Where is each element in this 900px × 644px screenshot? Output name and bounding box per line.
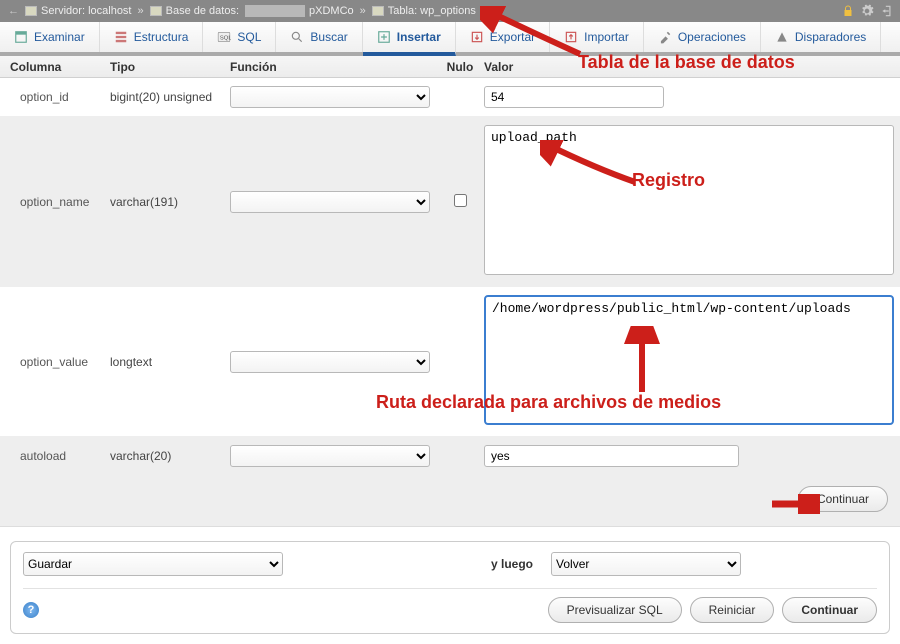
hdr-column: Columna (0, 60, 110, 74)
continue-button[interactable]: Continuar (798, 486, 888, 512)
hdr-value: Valor (480, 60, 900, 74)
field-name: autoload (0, 449, 110, 463)
function-select[interactable] (230, 86, 430, 108)
insert-icon (377, 30, 391, 44)
tab-sql[interactable]: SQL SQL (203, 22, 276, 52)
field-type: bigint(20) unsigned (110, 90, 230, 104)
field-name: option_value (0, 355, 110, 369)
tab-label: Estructura (134, 30, 189, 44)
tab-insertar[interactable]: Insertar (363, 22, 456, 56)
tab-label: SQL (237, 30, 261, 44)
crumb-separator: » (138, 5, 144, 17)
lock-icon[interactable] (842, 5, 854, 17)
tab-examinar[interactable]: Examinar (0, 22, 100, 52)
tab-bar: Examinar Estructura SQL SQL Buscar Inser… (0, 22, 900, 56)
crumb-separator: » (360, 5, 366, 17)
table-icon (372, 6, 384, 16)
value-input-option-id[interactable] (484, 86, 664, 108)
crumb-db-suffix: pXDMCo (309, 5, 354, 17)
field-name: option_id (0, 90, 110, 104)
hdr-type: Tipo (110, 60, 230, 74)
tab-buscar[interactable]: Buscar (276, 22, 362, 52)
continue-button-bottom[interactable]: Continuar (782, 597, 877, 623)
function-select[interactable] (230, 445, 430, 467)
structure-icon (114, 30, 128, 44)
value-textarea-option-name[interactable] (484, 125, 894, 275)
field-type: varchar(20) (110, 449, 230, 463)
crumb-server[interactable]: Servidor: localhost (25, 5, 132, 17)
svg-text:SQL: SQL (220, 35, 231, 41)
tab-operaciones[interactable]: Operaciones (644, 22, 761, 52)
field-type: varchar(191) (110, 195, 230, 209)
search-icon (290, 30, 304, 44)
triggers-icon (775, 30, 789, 44)
tab-label: Examinar (34, 30, 85, 44)
reset-button[interactable]: Reiniciar (690, 597, 775, 623)
db-name-redacted (245, 5, 305, 17)
row-option-value: option_value longtext (0, 287, 900, 437)
help-icon[interactable]: ? (23, 602, 39, 618)
bottom-panel: Guardar y luego Volver ? Previsualizar S… (10, 541, 890, 634)
then-label: y luego (491, 557, 533, 571)
tab-label: Operaciones (678, 30, 746, 44)
after-select[interactable]: Volver (551, 552, 741, 576)
function-select[interactable] (230, 191, 430, 213)
tab-label: Exportar (490, 30, 535, 44)
tab-label: Buscar (310, 30, 347, 44)
field-name: option_name (0, 195, 110, 209)
crumb-db-label: Base de datos: (166, 5, 239, 17)
value-textarea-option-value[interactable] (484, 295, 894, 425)
preview-sql-button[interactable]: Previsualizar SQL (548, 597, 682, 623)
row-option-name: option_name varchar(191) (0, 117, 900, 287)
form-header-row: Columna Tipo Función Nulo Valor (0, 56, 900, 78)
tab-disparadores[interactable]: Disparadores (761, 22, 881, 52)
sql-icon: SQL (217, 30, 231, 44)
value-input-autoload[interactable] (484, 445, 739, 467)
tab-importar[interactable]: Importar (550, 22, 644, 52)
row-autoload: autoload varchar(20) (0, 437, 900, 476)
import-icon (564, 30, 578, 44)
database-icon (150, 6, 162, 16)
exit-icon[interactable] (880, 4, 894, 18)
function-select[interactable] (230, 351, 430, 373)
continue-row: Continuar (0, 476, 900, 527)
tab-label: Disparadores (795, 30, 866, 44)
back-arrow-icon[interactable]: ← (8, 5, 19, 17)
tab-exportar[interactable]: Exportar (456, 22, 550, 52)
field-type: longtext (110, 355, 230, 369)
browse-icon (14, 30, 28, 44)
tab-label: Insertar (397, 30, 441, 44)
operations-icon (658, 30, 672, 44)
null-checkbox[interactable] (454, 194, 467, 207)
hdr-null: Nulo (440, 60, 480, 74)
crumb-table-label: Tabla: wp_options (388, 5, 476, 17)
tab-estructura[interactable]: Estructura (100, 22, 204, 52)
save-select[interactable]: Guardar (23, 552, 283, 576)
crumb-database[interactable]: Base de datos: pXDMCo (150, 5, 354, 17)
export-icon (470, 30, 484, 44)
tab-label: Importar (584, 30, 629, 44)
breadcrumb-bar: ← Servidor: localhost » Base de datos: p… (0, 0, 900, 22)
server-icon (25, 6, 37, 16)
row-option-id: option_id bigint(20) unsigned (0, 78, 900, 117)
gear-icon[interactable] (860, 4, 874, 18)
hdr-function: Función (230, 60, 440, 74)
crumb-table[interactable]: Tabla: wp_options (372, 5, 476, 17)
crumb-server-label: Servidor: localhost (41, 5, 132, 17)
